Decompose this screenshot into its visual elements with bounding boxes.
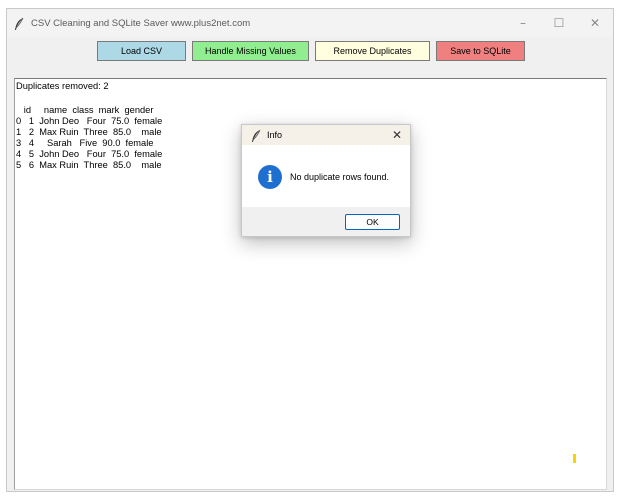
feather-icon xyxy=(13,16,25,30)
dialog-title-bar[interactable]: Info ✕ xyxy=(242,125,410,145)
window-controls: – ☐ ✕ xyxy=(505,9,613,37)
handle-missing-values-button[interactable]: Handle Missing Values xyxy=(192,41,309,61)
table-header: id name class mark gender xyxy=(16,105,154,115)
dialog-footer: OK xyxy=(242,207,410,236)
remove-duplicates-button[interactable]: Remove Duplicates xyxy=(315,41,430,61)
dialog-close-button[interactable]: ✕ xyxy=(390,128,404,142)
close-button[interactable]: ✕ xyxy=(577,9,613,37)
load-csv-button[interactable]: Load CSV xyxy=(97,41,186,61)
status-text: Duplicates removed: 2 xyxy=(16,81,109,91)
table-row: 3 4 Sarah Five 90.0 female xyxy=(16,138,154,148)
toolbar: Load CSV Handle Missing Values Remove Du… xyxy=(7,41,613,63)
title-bar[interactable]: CSV Cleaning and SQLite Saver www.plus2n… xyxy=(7,9,613,37)
app-window: CSV Cleaning and SQLite Saver www.plus2n… xyxy=(6,8,614,492)
dialog-message: No duplicate rows found. xyxy=(290,172,390,182)
table-row: 5 6 Max Ruin Three 85.0 male xyxy=(16,160,162,170)
info-dialog: Info ✕ i No duplicate rows found. OK xyxy=(241,124,411,237)
ok-button[interactable]: OK xyxy=(345,214,400,230)
dialog-title: Info xyxy=(267,130,283,140)
table-row: 1 2 Max Ruin Three 85.0 male xyxy=(16,127,162,137)
save-to-sqlite-button[interactable]: Save to SQLite xyxy=(436,41,525,61)
feather-icon xyxy=(250,128,262,142)
table-row: 0 1 John Deo Four 75.0 female xyxy=(16,116,163,126)
window-title: CSV Cleaning and SQLite Saver www.plus2n… xyxy=(31,17,251,29)
text-cursor xyxy=(573,454,576,463)
minimize-button[interactable]: – xyxy=(505,9,541,37)
table-row: 4 5 John Deo Four 75.0 female xyxy=(16,149,163,159)
maximize-button[interactable]: ☐ xyxy=(541,9,577,37)
dialog-body: i No duplicate rows found. xyxy=(242,145,410,207)
info-icon: i xyxy=(258,165,282,189)
